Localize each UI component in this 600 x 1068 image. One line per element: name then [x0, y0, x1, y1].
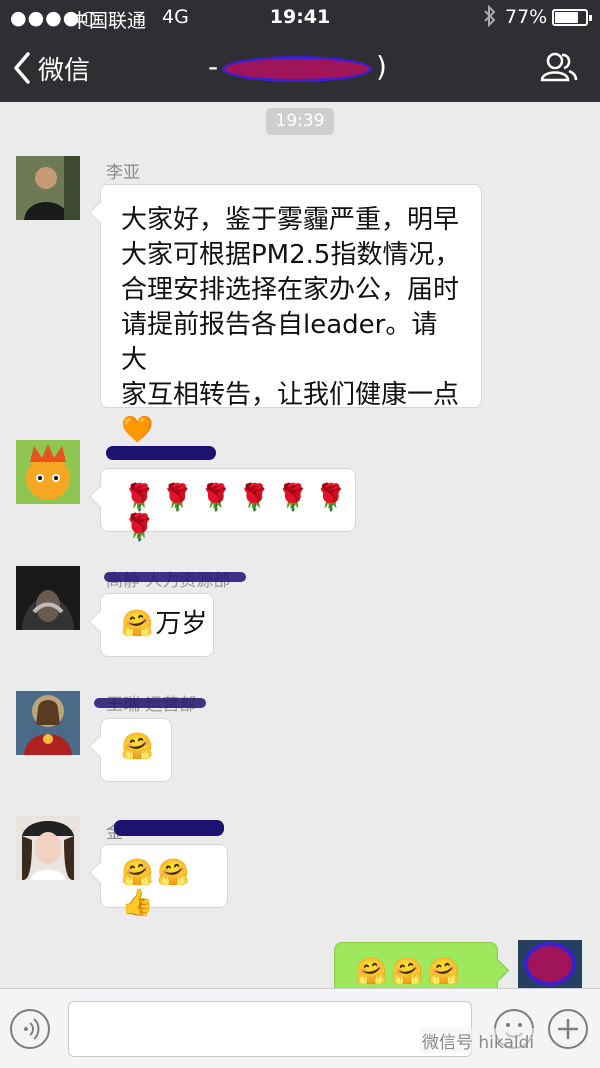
hug-thumbs-emoji: 🤗🤗👍 [121, 858, 194, 918]
avatar-li-ya[interactable] [16, 156, 80, 220]
hug-emoji: 🤗 [121, 732, 158, 762]
message-line: 家互相转告，让我们健康一点 [121, 380, 460, 410]
title-redaction [222, 56, 372, 82]
battery-icon [552, 9, 592, 26]
hug-emoji: 🤗 [121, 609, 154, 639]
message-bubble[interactable]: 🌹🌹🌹🌹🌹🌹🌹 [100, 468, 356, 543]
watermark: 微信号 hikaldi [420, 1028, 537, 1053]
plus-icon [558, 1019, 578, 1039]
voice-icon [24, 1018, 40, 1040]
avatar-jin[interactable] [16, 816, 80, 880]
message-bubble[interactable]: 大家好，鉴于雾霾严重，明早 大家可根据PM2.5指数情况， 合理安排选择在家办公… [100, 184, 482, 445]
sender-name-redaction [114, 820, 224, 836]
status-bar: ●●●●○ 中国联通 4G 19:41 77% [0, 0, 600, 34]
back-label: 微信 [38, 55, 91, 86]
rose-emoji-row: 🌹🌹🌹🌹🌹🌹🌹 [123, 483, 354, 543]
voice-button[interactable] [10, 1009, 50, 1049]
back-chevron-icon [14, 52, 30, 84]
contacts-icon [540, 52, 578, 82]
sender-name: 李亚 [106, 163, 140, 183]
message-line: 大家可根据PM2.5指数情况， [121, 240, 461, 270]
contacts-button[interactable] [540, 50, 578, 84]
battery-fill [555, 12, 579, 23]
message-bubble[interactable]: 🤗🤗👍 [100, 844, 228, 918]
message-line: 大家好，鉴于雾霾严重，明早 [121, 205, 460, 235]
more-button[interactable] [548, 1009, 588, 1049]
title-dash: - [208, 50, 219, 83]
bluetooth-icon [483, 4, 497, 32]
message-bubble[interactable]: 🤗 [100, 718, 172, 782]
heart-emoji: 🧡 [121, 415, 158, 445]
chat-timestamp: 19:39 [266, 108, 334, 135]
sender-name-redaction [106, 446, 216, 460]
avatar-gao-jing[interactable] [16, 566, 80, 630]
message-line: 请提前报告各自leader。请大 [121, 310, 438, 375]
sender-name-redaction [94, 698, 206, 708]
battery-percent: 77% [505, 6, 548, 28]
message-text: 万岁 [155, 609, 208, 639]
message-input[interactable] [68, 1001, 472, 1057]
message-line: 合理安排选择在家办公，届时 [121, 275, 460, 305]
nav-bar: 微信 - ) [0, 34, 600, 102]
battery-nub [589, 15, 592, 21]
avatar-wang-rui[interactable] [16, 691, 80, 755]
back-button[interactable]: 微信 [12, 48, 90, 88]
sender-name-redaction [104, 572, 246, 582]
avatar-cartoon[interactable] [16, 440, 80, 504]
title-suffix: ) [376, 50, 387, 83]
message-bubble[interactable]: 🤗万岁 [100, 593, 214, 657]
